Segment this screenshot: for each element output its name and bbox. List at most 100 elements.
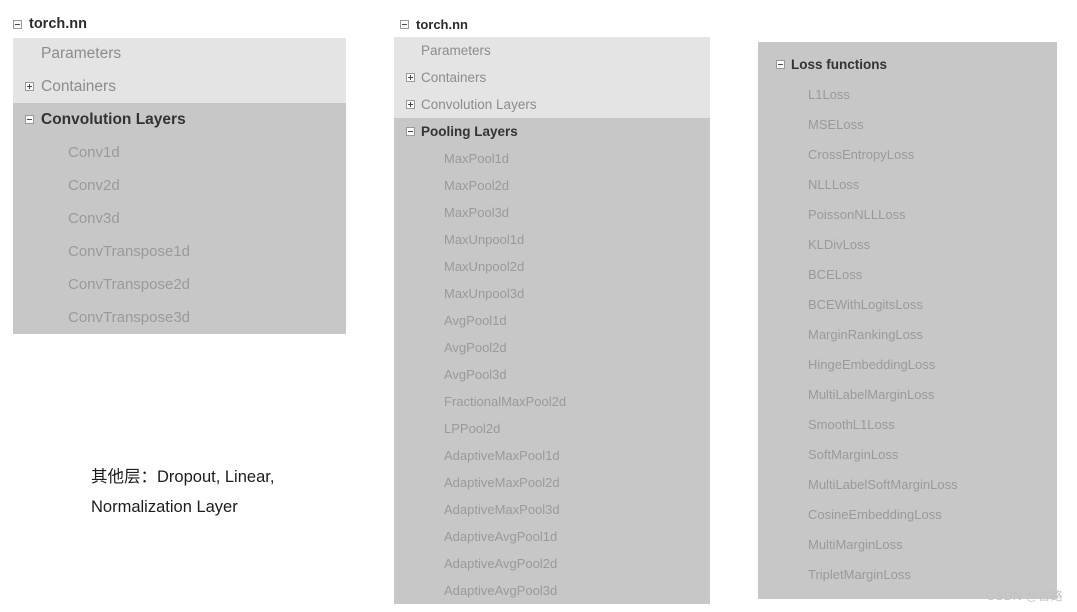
- tree-leaf-label: MaxPool3d: [444, 205, 510, 220]
- tree-section-expanded-conv: Convolution Layers Conv1d Conv2d Conv3d …: [13, 103, 346, 334]
- tree-leaf-label: MaxUnpool2d: [444, 259, 525, 274]
- tree-item-label: Parameters: [41, 45, 122, 62]
- tree-leaf-item[interactable]: CosineEmbeddingLoss: [758, 499, 1057, 529]
- tree-leaf-label: TripletMarginLoss: [808, 566, 911, 582]
- tree-leaf-item[interactable]: PoissonNLLLoss: [758, 199, 1057, 229]
- annotation-note-line-2: Normalization Layer: [91, 498, 238, 516]
- tree-leaf-item[interactable]: AdaptiveMaxPool1d: [394, 442, 710, 469]
- annotation-note: 其他层：Dropout, Linear, Normalization Layer: [91, 462, 361, 522]
- tree-leaf-label: Conv3d: [68, 210, 120, 227]
- tree-leaf-item[interactable]: CrossEntropyLoss: [758, 139, 1057, 169]
- plus-square-icon[interactable]: [406, 73, 415, 82]
- tree-leaf-item[interactable]: MultiLabelSoftMarginLoss: [758, 469, 1057, 499]
- tree-leaf-label: MaxPool1d: [444, 151, 510, 166]
- tree-leaf-item[interactable]: ConvTranspose1d: [13, 235, 346, 268]
- tree-leaf-item[interactable]: AvgPool1d: [394, 307, 710, 334]
- tree-leaf-item[interactable]: AdaptiveAvgPool1d: [394, 523, 710, 550]
- minus-square-icon[interactable]: [406, 127, 415, 136]
- minus-square-icon[interactable]: [776, 59, 785, 69]
- tree-leaf-item[interactable]: SmoothL1Loss: [758, 409, 1057, 439]
- tree-leaf-item[interactable]: AvgPool3d: [394, 361, 710, 388]
- tree-leaf-item[interactable]: TripletMarginLoss: [758, 559, 1057, 589]
- tree-leaf-label: AdaptiveMaxPool3d: [444, 502, 560, 517]
- tree-item-label: Containers: [41, 77, 116, 95]
- tree-leaf-label: AvgPool3d: [444, 367, 507, 382]
- tree-leaf-item[interactable]: AdaptiveMaxPool3d: [394, 496, 710, 523]
- tree-leaf-label: MultiLabelSoftMarginLoss: [808, 476, 958, 492]
- tree-leaf-item[interactable]: ConvTranspose3d: [13, 301, 346, 334]
- tree-group-label: Convolution Layers: [41, 110, 186, 128]
- tree-leaf-item[interactable]: MaxPool2d: [394, 172, 710, 199]
- plus-square-icon[interactable]: [25, 82, 34, 91]
- tree-leaf-label: Conv1d: [68, 144, 120, 161]
- tree-panel-loss-functions: Loss functions L1Loss MSELoss CrossEntro…: [758, 42, 1057, 599]
- tree-leaf-item[interactable]: MaxUnpool1d: [394, 226, 710, 253]
- tree-group-convolution-layers[interactable]: Convolution Layers: [13, 103, 346, 136]
- tree-leaf-item[interactable]: AdaptiveMaxPool2d: [394, 469, 710, 496]
- tree-root-header-conv[interactable]: torch.nn: [13, 16, 87, 32]
- tree-leaf-item[interactable]: MaxUnpool2d: [394, 253, 710, 280]
- minus-square-icon[interactable]: [400, 20, 409, 29]
- tree-section-collapsed-pool: Parameters Containers Convolution Layers: [394, 37, 710, 118]
- tree-root-label: torch.nn: [416, 17, 468, 32]
- tree-leaf-item[interactable]: HingeEmbeddingLoss: [758, 349, 1057, 379]
- tree-group-label: Loss functions: [791, 56, 888, 72]
- tree-group-pooling-layers[interactable]: Pooling Layers: [394, 118, 710, 145]
- tree-leaf-item[interactable]: ConvTranspose2d: [13, 268, 346, 301]
- tree-leaf-label: SoftMarginLoss: [808, 446, 899, 462]
- tree-leaf-item[interactable]: MarginRankingLoss: [758, 319, 1057, 349]
- tree-item-label: Containers: [421, 70, 487, 85]
- tree-leaf-item[interactable]: NLLLoss: [758, 169, 1057, 199]
- tree-item-label: Parameters: [421, 43, 491, 58]
- watermark: CSDN @古路: [986, 589, 1063, 603]
- tree-leaf-label: CrossEntropyLoss: [808, 146, 915, 162]
- tree-leaf-label: L1Loss: [808, 86, 850, 102]
- tree-leaf-item[interactable]: SoftMarginLoss: [758, 439, 1057, 469]
- tree-panel-pooling: Parameters Containers Convolution Layers…: [394, 37, 710, 604]
- tree-leaf-item[interactable]: AvgPool2d: [394, 334, 710, 361]
- tree-leaf-label: MaxUnpool1d: [444, 232, 525, 247]
- tree-item-convolution-layers[interactable]: Convolution Layers: [394, 91, 710, 118]
- tree-leaf-item[interactable]: MSELoss: [758, 109, 1057, 139]
- tree-item-parameters[interactable]: Parameters: [394, 37, 710, 64]
- tree-leaf-item[interactable]: MaxUnpool3d: [394, 280, 710, 307]
- tree-leaf-label: AdaptiveAvgPool2d: [444, 556, 558, 571]
- tree-leaf-item[interactable]: MultiMarginLoss: [758, 529, 1057, 559]
- tree-leaf-item[interactable]: MaxPool3d: [394, 199, 710, 226]
- tree-item-containers[interactable]: Containers: [394, 64, 710, 91]
- tree-leaf-item[interactable]: KLDivLoss: [758, 229, 1057, 259]
- minus-square-icon[interactable]: [13, 19, 22, 29]
- tree-leaf-item[interactable]: BCELoss: [758, 259, 1057, 289]
- tree-leaf-item[interactable]: AdaptiveAvgPool3d: [394, 577, 710, 604]
- tree-leaf-item[interactable]: MaxPool1d: [394, 145, 710, 172]
- tree-leaf-item[interactable]: MultiLabelMarginLoss: [758, 379, 1057, 409]
- tree-root-header-pool[interactable]: torch.nn: [400, 17, 468, 32]
- tree-leaf-label: ConvTranspose1d: [68, 243, 191, 260]
- plus-square-icon[interactable]: [406, 100, 415, 109]
- tree-leaf-label: NLLLoss: [808, 176, 860, 192]
- tree-section-collapsed-conv: Parameters Containers: [13, 38, 346, 103]
- tree-leaf-item[interactable]: LPPool2d: [394, 415, 710, 442]
- tree-leaf-label: HingeEmbeddingLoss: [808, 356, 936, 372]
- minus-square-icon[interactable]: [25, 115, 34, 124]
- tree-leaf-label: AdaptiveAvgPool3d: [444, 583, 558, 598]
- tree-item-parameters[interactable]: Parameters: [13, 38, 346, 70]
- tree-leaf-label: FractionalMaxPool2d: [444, 394, 567, 409]
- tree-leaf-item[interactable]: Conv3d: [13, 202, 346, 235]
- tree-section-expanded-pool: Pooling Layers MaxPool1d MaxPool2d MaxPo…: [394, 118, 710, 604]
- annotation-note-line-1: 其他层：Dropout, Linear,: [91, 468, 275, 486]
- tree-panel-convolution: Parameters Containers Convolution Layers…: [13, 38, 346, 334]
- tree-leaf-item[interactable]: Conv2d: [13, 169, 346, 202]
- tree-leaf-item[interactable]: Conv1d: [13, 136, 346, 169]
- tree-group-loss-functions[interactable]: Loss functions: [758, 49, 1057, 79]
- tree-leaf-item[interactable]: BCEWithLogitsLoss: [758, 289, 1057, 319]
- tree-leaf-item[interactable]: L1Loss: [758, 79, 1057, 109]
- tree-leaf-label: MSELoss: [808, 116, 864, 132]
- tree-leaf-label: MarginRankingLoss: [808, 326, 923, 342]
- tree-leaf-item[interactable]: FractionalMaxPool2d: [394, 388, 710, 415]
- tree-item-containers[interactable]: Containers: [13, 70, 346, 103]
- tree-leaf-item[interactable]: AdaptiveAvgPool2d: [394, 550, 710, 577]
- tree-root-label: torch.nn: [29, 16, 87, 32]
- tree-leaf-label: Conv2d: [68, 177, 120, 194]
- tree-leaf-label: ConvTranspose2d: [68, 276, 191, 293]
